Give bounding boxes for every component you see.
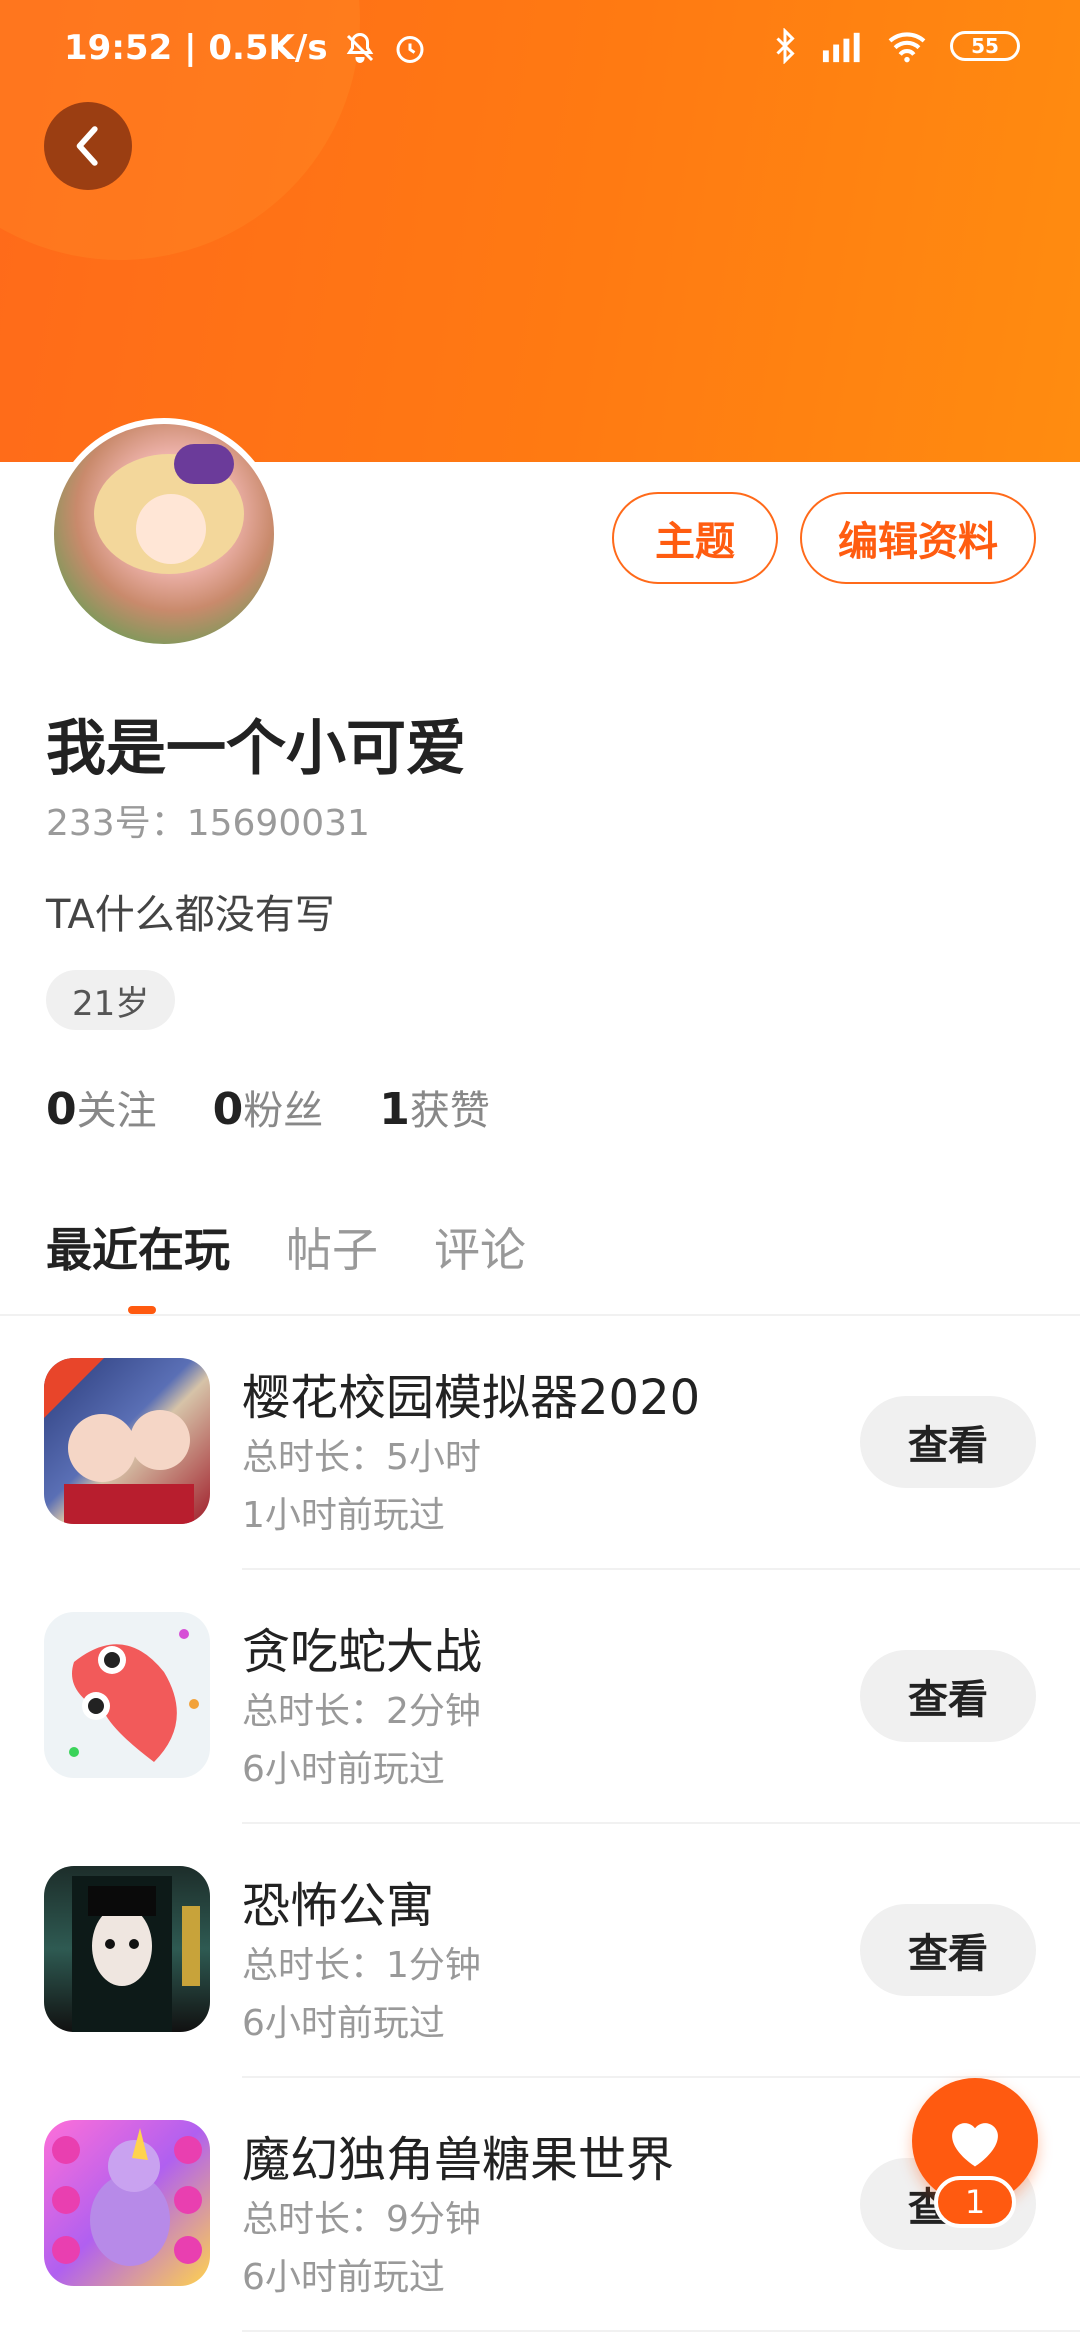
- game-title: 恐怖公寓: [242, 1878, 435, 1934]
- following-stat[interactable]: 0关注: [46, 1078, 157, 1136]
- play-duration: 总时长：1分钟: [242, 1945, 481, 1986]
- battery-icon: 55: [950, 31, 1020, 61]
- list-item[interactable]: 贪吃蛇大战 总时长：2分钟 6小时前玩过 查看: [0, 1570, 1080, 1824]
- likes-stat[interactable]: 1获赞: [379, 1078, 490, 1136]
- alarm-icon: [396, 36, 424, 63]
- divider: [242, 2330, 1080, 2332]
- status-time: 19:52 | 0.5K/s: [64, 28, 328, 68]
- status-bar: 19:52 | 0.5K/s 55: [0, 0, 1080, 100]
- profile-bio: TA什么都没有写: [46, 892, 335, 938]
- back-button[interactable]: [44, 102, 132, 190]
- theme-button[interactable]: 主题: [612, 492, 778, 584]
- view-button[interactable]: 查看: [860, 1650, 1036, 1742]
- sakura-school-icon: [44, 1358, 210, 1524]
- unicorn-candy-icon: [44, 2120, 210, 2286]
- profile-name: 我是一个小可爱: [46, 714, 466, 784]
- play-duration: 总时长：2分钟: [242, 1691, 481, 1732]
- game-title: 魔幻独角兽糖果世界: [242, 2132, 675, 2188]
- game-title: 贪吃蛇大战: [242, 1624, 483, 1680]
- tab-comments[interactable]: 评论: [434, 1214, 526, 1280]
- play-duration: 总时长：5小时: [242, 1437, 481, 1478]
- last-played: 6小时前玩过: [242, 2003, 445, 2044]
- like-count-badge: 1: [934, 2176, 1016, 2228]
- profile-stats: 0关注 0粉丝 1获赞: [46, 1078, 490, 1136]
- profile-tabs: 最近在玩 帖子 评论: [46, 1214, 526, 1280]
- recent-games-list: 樱花校园模拟器2020 总时长：5小时 1小时前玩过 查看 贪吃蛇大战 总时长：…: [0, 1316, 1080, 2332]
- avatar[interactable]: [48, 418, 280, 650]
- game-title: 樱花校园模拟器2020: [242, 1370, 701, 1426]
- tab-recently-played[interactable]: 最近在玩: [46, 1214, 230, 1280]
- view-button[interactable]: 查看: [860, 1396, 1036, 1488]
- age-badge: 21岁: [46, 970, 176, 1030]
- mute-icon: [346, 32, 373, 63]
- chevron-left-icon: [76, 126, 98, 166]
- list-item[interactable]: 樱花校园模拟器2020 总时长：5小时 1小时前玩过 查看: [0, 1316, 1080, 1570]
- profile-id: 233号：15690031: [46, 803, 370, 844]
- last-played: 1小时前玩过: [242, 1495, 445, 1536]
- tab-posts[interactable]: 帖子: [286, 1214, 378, 1280]
- last-played: 6小时前玩过: [242, 1749, 445, 1790]
- list-item[interactable]: 恐怖公寓 总时长：1分钟 6小时前玩过 查看: [0, 1824, 1080, 2078]
- tab-indicator: [128, 1306, 156, 1314]
- heart-icon: [952, 2123, 998, 2167]
- edit-profile-button[interactable]: 编辑资料: [800, 492, 1036, 584]
- snake-battle-icon: [44, 1612, 210, 1778]
- view-button[interactable]: 查看: [860, 1904, 1036, 1996]
- signal-icon: [822, 32, 860, 63]
- horror-apartment-icon: [44, 1866, 210, 2032]
- last-played: 6小时前玩过: [242, 2257, 445, 2298]
- bluetooth-icon: [776, 28, 795, 64]
- fans-stat[interactable]: 0粉丝: [213, 1078, 324, 1136]
- play-duration: 总时长：9分钟: [242, 2199, 481, 2240]
- wifi-icon: [888, 32, 926, 63]
